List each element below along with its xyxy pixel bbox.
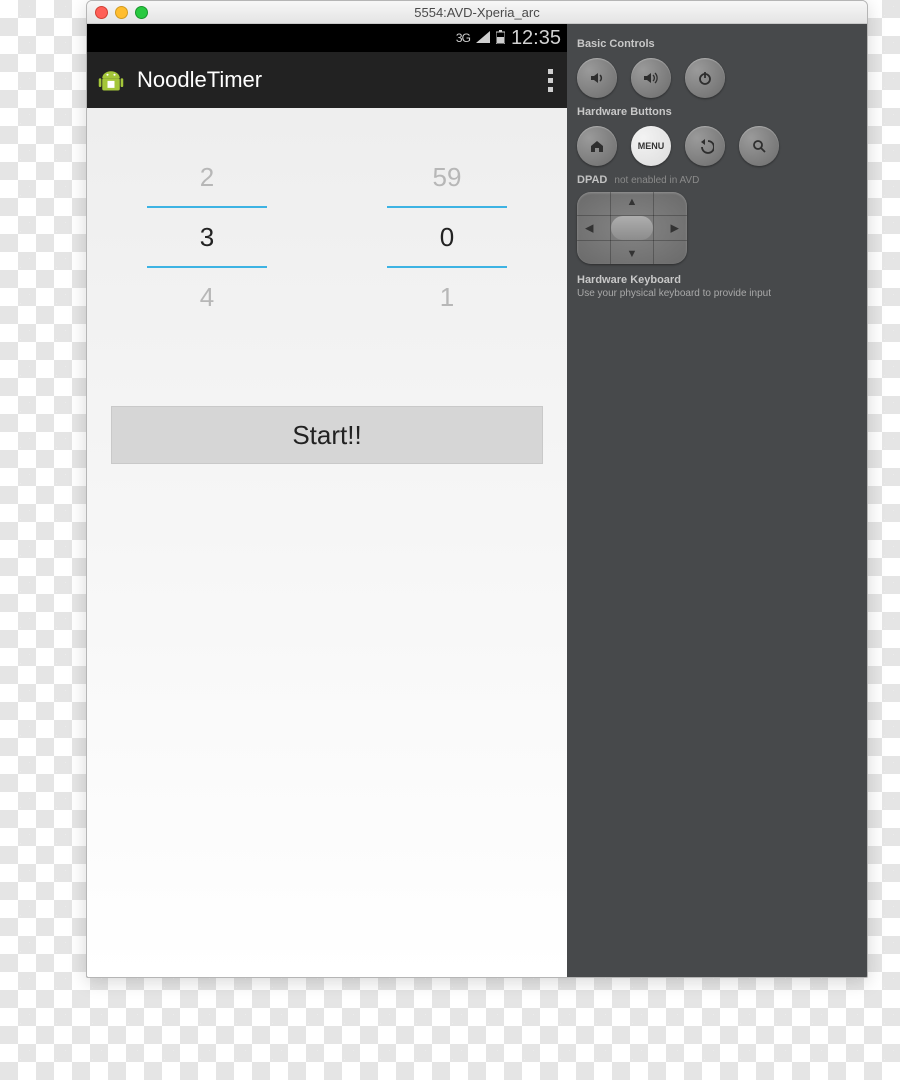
seconds-prev[interactable]: 59 xyxy=(387,148,507,206)
android-status-bar: 3G 12:35 xyxy=(87,24,567,52)
volume-down-button[interactable] xyxy=(577,58,617,98)
hardware-buttons-label: Hardware Buttons xyxy=(577,106,857,118)
dpad-down[interactable]: ▼ xyxy=(627,248,638,260)
device-screen: 3G 12:35 xyxy=(87,24,567,977)
dpad-left[interactable]: ◀ xyxy=(585,222,593,235)
hardware-keyboard-title: Hardware Keyboard xyxy=(577,274,857,286)
window-title: 5554:AVD-Xperia_arc xyxy=(87,5,867,20)
titlebar[interactable]: 5554:AVD-Xperia_arc xyxy=(87,1,867,24)
minutes-current[interactable]: 3 xyxy=(147,206,267,268)
dpad-section-label: DPAD not enabled in AVD xyxy=(577,174,857,186)
start-button-label: Start!! xyxy=(292,420,361,451)
dpad-up[interactable]: ▲ xyxy=(627,196,638,208)
mac-window: 5554:AVD-Xperia_arc 3G 12:35 xyxy=(86,0,868,978)
overflow-menu-button[interactable] xyxy=(544,65,557,96)
signal-icon xyxy=(476,31,490,46)
app-icon xyxy=(97,66,125,94)
minutes-next[interactable]: 4 xyxy=(147,268,267,326)
seconds-next[interactable]: 1 xyxy=(387,268,507,326)
network-type-icon: 3G xyxy=(456,31,470,45)
dpad: ▲ ▼ ◀ ▶ xyxy=(577,192,687,264)
hardware-keyboard-subtitle: Use your physical keyboard to provide in… xyxy=(577,288,857,299)
hardware-buttons-row: MENU xyxy=(577,126,857,166)
minutes-picker[interactable]: 2 3 4 xyxy=(147,148,267,326)
menu-button[interactable]: MENU xyxy=(631,126,671,166)
start-button[interactable]: Start!! xyxy=(111,406,543,464)
search-button[interactable] xyxy=(739,126,779,166)
number-pickers: 2 3 4 59 0 1 xyxy=(147,148,507,326)
dpad-right[interactable]: ▶ xyxy=(671,222,679,235)
home-button[interactable] xyxy=(577,126,617,166)
emulator-body: 3G 12:35 xyxy=(87,24,867,977)
basic-controls-label: Basic Controls xyxy=(577,38,857,50)
seconds-picker[interactable]: 59 0 1 xyxy=(387,148,507,326)
battery-icon xyxy=(496,30,505,47)
emulator-side-panel: Basic Controls Hardware Buttons MENU xyxy=(567,24,867,977)
action-bar: NoodleTimer xyxy=(87,52,567,108)
back-button[interactable] xyxy=(685,126,725,166)
volume-up-button[interactable] xyxy=(631,58,671,98)
dpad-center[interactable] xyxy=(611,216,653,240)
basic-controls-row xyxy=(577,58,857,98)
minutes-prev[interactable]: 2 xyxy=(147,148,267,206)
app-title: NoodleTimer xyxy=(137,67,262,93)
app-content: 2 3 4 59 0 1 Start!! xyxy=(87,108,567,977)
power-button[interactable] xyxy=(685,58,725,98)
clock: 12:35 xyxy=(511,27,561,50)
seconds-current[interactable]: 0 xyxy=(387,206,507,268)
